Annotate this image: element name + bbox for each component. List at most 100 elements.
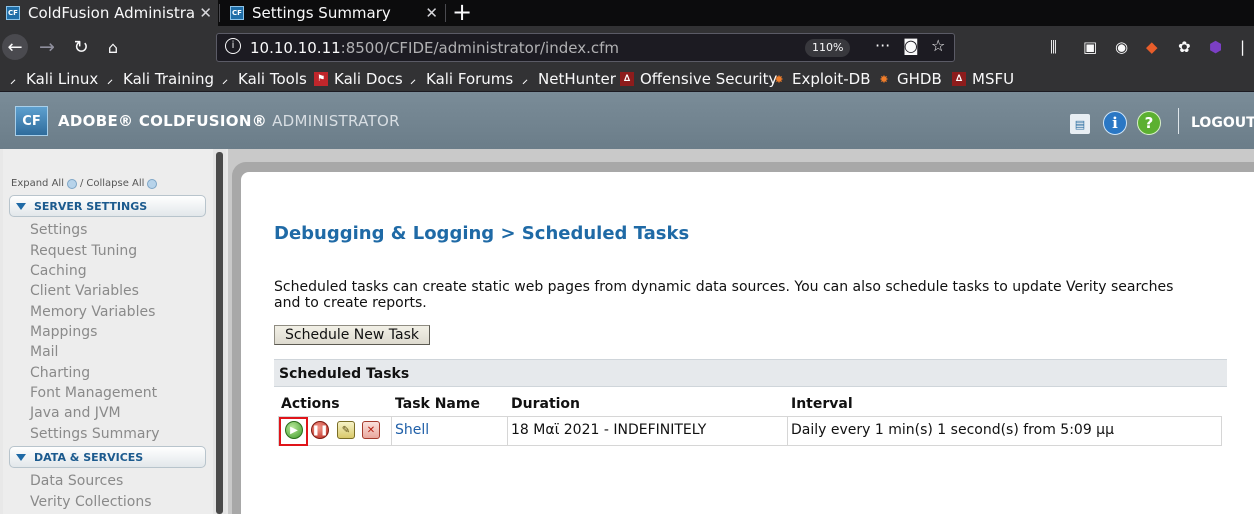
cell-divider bbox=[507, 416, 508, 446]
product-subtitle: ADMINISTRATOR bbox=[272, 112, 400, 130]
bookmark-offensive-security[interactable]: ∆ Offensive Security bbox=[620, 70, 777, 88]
kali-dragon-icon: ⸝ bbox=[410, 72, 416, 86]
bookmark-label: MSFU bbox=[972, 70, 1015, 88]
bookmark-label: Kali Training bbox=[123, 70, 215, 88]
task-name-link[interactable]: Shell bbox=[395, 422, 429, 438]
sidebar-item-mail[interactable]: Mail bbox=[30, 344, 58, 360]
cf-admin-header: CF ADOBE® COLDFUSION® ADMINISTRATOR ▤ i … bbox=[0, 92, 1254, 149]
header-divider bbox=[1178, 108, 1179, 134]
bookmark-label: GHDB bbox=[897, 70, 942, 88]
bookmark-exploit-db[interactable]: ✸ Exploit-DB bbox=[772, 70, 871, 88]
url-host: 10.10.10.11 bbox=[250, 39, 341, 57]
column-header-actions: Actions bbox=[281, 396, 340, 412]
new-tab-button[interactable]: + bbox=[452, 0, 472, 26]
collapse-all-icon[interactable] bbox=[147, 178, 158, 189]
tab-bar: CF ColdFusion Administrator ✕ CF Setting… bbox=[0, 0, 1254, 26]
url-bar[interactable]: i 10.10.10.11:8500/CFIDE/administrator/i… bbox=[216, 33, 955, 62]
sidebar-item-java-and-jvm[interactable]: Java and JVM bbox=[30, 405, 121, 421]
section-server-settings[interactable]: SERVER SETTINGS bbox=[9, 195, 206, 217]
coldfusion-logo: CF bbox=[15, 106, 48, 136]
expand-all-link[interactable]: Expand All bbox=[11, 178, 64, 189]
bookmark-kali-forums[interactable]: ⸝ Kali Forums bbox=[406, 70, 513, 88]
bookmark-kali-tools[interactable]: ⸝ Kali Tools bbox=[218, 70, 307, 88]
section-title: SERVER SETTINGS bbox=[34, 199, 148, 213]
expand-triangle-icon bbox=[16, 202, 26, 210]
bookmark-label: Offensive Security bbox=[640, 70, 778, 88]
info-icon[interactable]: i bbox=[1103, 111, 1127, 135]
zoom-level[interactable]: 110% bbox=[805, 39, 851, 57]
sidebar-scrollbar-thumb[interactable] bbox=[216, 152, 223, 514]
bookmark-nethunter[interactable]: ⸝ NetHunter bbox=[518, 70, 616, 88]
column-header-interval: Interval bbox=[791, 396, 853, 412]
bookmark-kali-docs[interactable]: ⚑ Kali Docs bbox=[314, 70, 403, 88]
page-actions-icon[interactable]: ··· bbox=[875, 36, 890, 55]
help-icon[interactable]: ? bbox=[1137, 111, 1161, 135]
account-icon[interactable]: ◉ bbox=[1115, 38, 1128, 56]
edit-task-icon[interactable]: ✎ bbox=[337, 421, 355, 439]
url-path: :8500/CFIDE/administrator/index.cfm bbox=[340, 39, 619, 57]
library-icon[interactable]: ⫼ bbox=[1050, 38, 1057, 56]
extension-cookie-icon[interactable]: ✿ bbox=[1178, 38, 1191, 56]
schedule-new-task-button[interactable]: Schedule New Task bbox=[274, 325, 430, 345]
page-description: Scheduled tasks can create static web pa… bbox=[274, 279, 1174, 311]
site-info-icon[interactable]: i bbox=[225, 38, 241, 54]
extension-foxyproxy-icon[interactable]: ◆ bbox=[1146, 38, 1158, 56]
logout-link[interactable]: LOGOUT bbox=[1191, 115, 1254, 131]
coldfusion-favicon-icon: CF bbox=[230, 6, 244, 20]
sidebar-item-font-management[interactable]: Font Management bbox=[30, 385, 157, 401]
sidebar-item-data-sources[interactable]: Data Sources bbox=[30, 473, 123, 489]
pocket-icon[interactable]: ◙ bbox=[903, 36, 919, 55]
sidebar-item-charting[interactable]: Charting bbox=[30, 365, 90, 381]
sidebar-item-request-tuning[interactable]: Request Tuning bbox=[30, 243, 137, 259]
bookmark-star-icon[interactable]: ☆ bbox=[931, 36, 945, 55]
coldfusion-favicon-icon: CF bbox=[6, 6, 20, 20]
tab-coldfusion-administrator[interactable]: CF ColdFusion Administrator ✕ bbox=[0, 0, 218, 26]
tab-separator bbox=[219, 4, 220, 22]
sidebar-item-verity-collections[interactable]: Verity Collections bbox=[30, 494, 152, 510]
pause-task-icon[interactable]: ❚❚ bbox=[311, 421, 329, 439]
sidebar-item-caching[interactable]: Caching bbox=[30, 263, 87, 279]
reload-button[interactable]: ↻ bbox=[68, 34, 94, 60]
kali-dragon-icon: ⸝ bbox=[10, 72, 16, 86]
sidebar-toggle-icon[interactable]: ▣ bbox=[1083, 38, 1097, 56]
tab-settings-summary[interactable]: CF Settings Summary ✕ bbox=[222, 0, 444, 26]
collapse-all-link[interactable]: Collapse All bbox=[86, 178, 144, 189]
bookmark-ghdb[interactable]: ✸ GHDB bbox=[877, 70, 942, 88]
expand-all-icon[interactable] bbox=[66, 178, 77, 189]
section-title: DATA & SERVICES bbox=[34, 450, 144, 464]
bookmark-msfu[interactable]: ∆ MSFU bbox=[952, 70, 1014, 88]
sidebar-item-memory-variables[interactable]: Memory Variables bbox=[30, 304, 155, 320]
cell-divider bbox=[391, 416, 392, 446]
tab-title: Settings Summary bbox=[252, 4, 391, 22]
close-tab-icon[interactable]: ✕ bbox=[425, 4, 438, 22]
delete-task-icon[interactable]: ✕ bbox=[362, 421, 380, 439]
bookmark-kali-linux[interactable]: ⸝ Kali Linux bbox=[6, 70, 98, 88]
sidebar-panel: Expand All / Collapse All SERVER SETTINGS… bbox=[3, 149, 213, 514]
tab-title: ColdFusion Administrator bbox=[28, 4, 194, 22]
bookmark-label: Kali Tools bbox=[238, 70, 307, 88]
home-button[interactable]: ⌂ bbox=[100, 34, 126, 60]
exploit-db-icon: ✸ bbox=[774, 72, 784, 86]
sidebar-item-settings-summary[interactable]: Settings Summary bbox=[30, 426, 160, 442]
offensive-security-icon: ∆ bbox=[620, 72, 634, 86]
navigation-toolbar: ← → ↻ ⌂ i 10.10.10.11:8500/CFIDE/adminis… bbox=[0, 26, 1254, 68]
forward-button[interactable]: → bbox=[34, 34, 60, 60]
close-tab-icon[interactable]: ✕ bbox=[199, 4, 212, 22]
bookmark-label: Kali Linux bbox=[26, 70, 99, 88]
sidebar-item-settings[interactable]: Settings bbox=[30, 222, 87, 238]
back-button[interactable]: ← bbox=[2, 34, 28, 60]
app-title: ADOBE® COLDFUSION® ADMINISTRATOR bbox=[58, 112, 400, 130]
bookmark-label: Kali Docs bbox=[334, 70, 403, 88]
sidebar-item-mappings[interactable]: Mappings bbox=[30, 324, 97, 340]
menu-icon[interactable]: | bbox=[1240, 38, 1245, 56]
task-interval: Daily every 1 min(s) 1 second(s) from 5:… bbox=[791, 422, 1114, 438]
sidebar-item-client-variables[interactable]: Client Variables bbox=[30, 283, 139, 299]
sitemap-icon[interactable]: ▤ bbox=[1070, 114, 1090, 134]
extension-hexagon-icon[interactable]: ⬢ bbox=[1209, 38, 1222, 56]
task-duration: 18 Μαϊ 2021 - INDEFINITELY bbox=[511, 422, 707, 438]
section-data-services[interactable]: DATA & SERVICES bbox=[9, 446, 206, 468]
product-name: ADOBE® COLDFUSION® bbox=[58, 112, 267, 130]
bookmark-label: Exploit-DB bbox=[792, 70, 871, 88]
bookmark-kali-training[interactable]: ⸝ Kali Training bbox=[103, 70, 214, 88]
url-text[interactable]: 10.10.10.11:8500/CFIDE/administrator/ind… bbox=[250, 39, 619, 57]
